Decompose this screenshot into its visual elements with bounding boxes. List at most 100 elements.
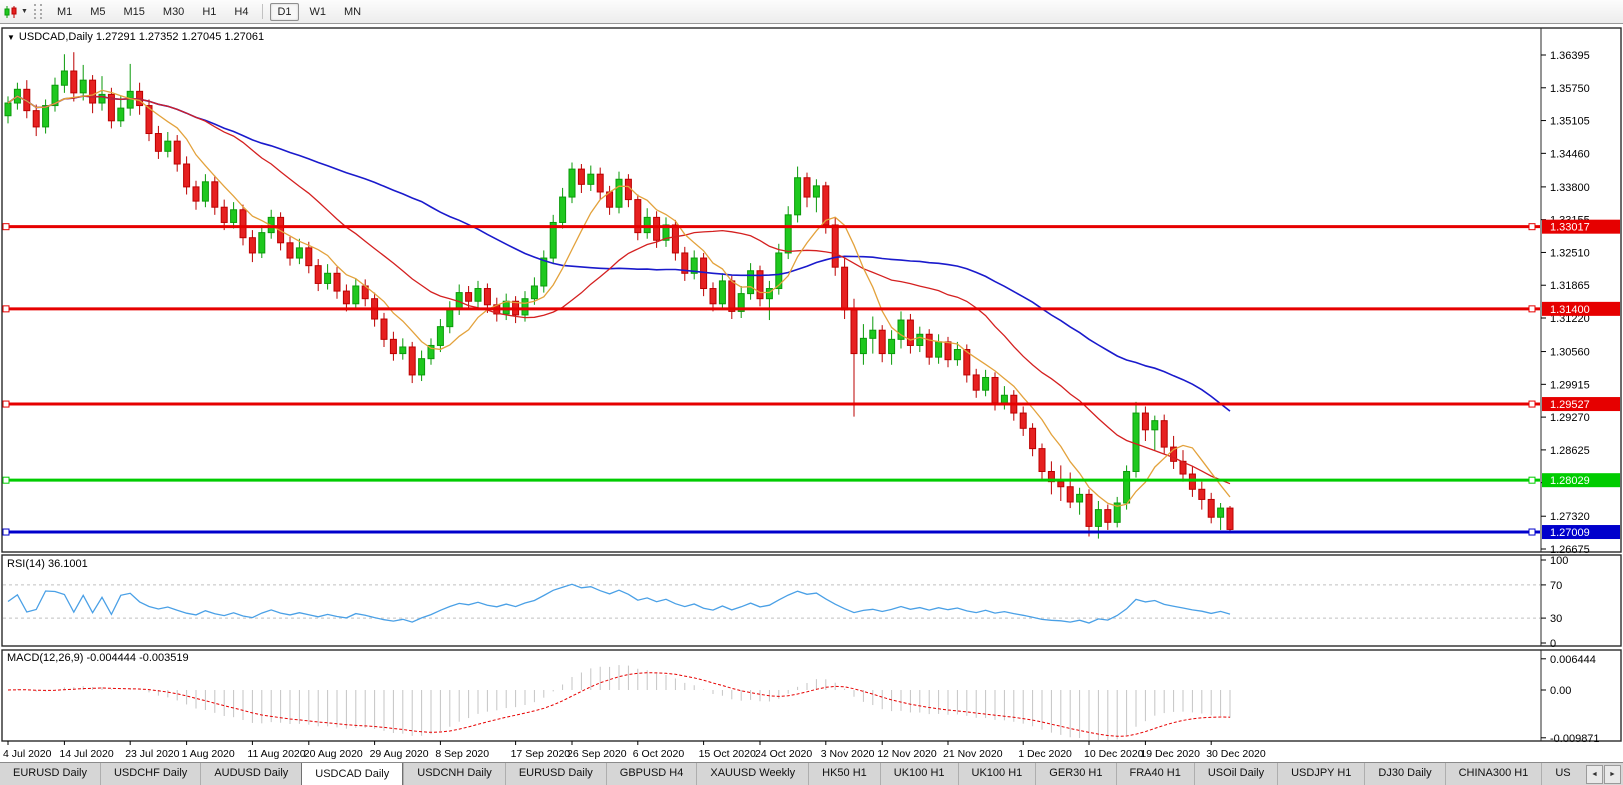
timeframe-button-h1[interactable]: H1: [195, 3, 223, 21]
candle-body: [578, 169, 584, 184]
hline-handle-right[interactable]: [1529, 401, 1535, 407]
hline-handle-right[interactable]: [1529, 529, 1535, 535]
timeframe-buttons: M1M5 M15M30H1H4 D1 W1MN: [48, 3, 370, 21]
hline-handle-left[interactable]: [3, 401, 9, 407]
time-tick-label: 3 Nov 2020: [821, 748, 875, 760]
timeframe-button-m1[interactable]: M1: [50, 3, 79, 21]
macd-tick-label: -0.009871: [1550, 733, 1600, 745]
chart-type-icon[interactable]: [2, 4, 20, 19]
time-tick-label: 17 Sep 2020: [511, 748, 571, 760]
hline-handle-right[interactable]: [1529, 224, 1535, 230]
candle-body: [99, 94, 105, 103]
timeframe-button-d1[interactable]: D1: [270, 3, 298, 21]
candle-body: [992, 377, 998, 402]
hline-handle-left[interactable]: [3, 477, 9, 483]
chart-tab-audusd-daily[interactable]: AUDUSD Daily: [200, 763, 301, 785]
chart-tabbar: EURUSD DailyUSDCHF DailyAUDUSD DailyUSDC…: [0, 762, 1623, 785]
chart-canvas[interactable]: 1.363951.357501.351051.344601.338001.331…: [0, 24, 1623, 763]
candle-body: [983, 377, 989, 390]
chart-tab-uk100-h1[interactable]: UK100 H1: [880, 763, 958, 785]
candle-body: [1161, 421, 1167, 447]
chart-tab-eurusd-daily[interactable]: EURUSD Daily: [505, 763, 606, 785]
candle-body: [531, 286, 537, 299]
timeframe-button-h4[interactable]: H4: [227, 3, 255, 21]
candle-body: [1020, 413, 1026, 428]
candle-body: [419, 359, 425, 375]
chart-tab-xauusd-weekly[interactable]: XAUUSD Weekly: [696, 763, 808, 785]
rsi-tick-label: 100: [1550, 555, 1568, 567]
chart-tab-usdcad-daily[interactable]: USDCAD Daily: [301, 763, 403, 785]
candle-body: [240, 210, 246, 238]
chart-tab-usdjpy-h1[interactable]: USDJPY H1: [1277, 763, 1364, 785]
chart-tab-usdchf-daily[interactable]: USDCHF Daily: [100, 763, 200, 785]
hline-handle-left[interactable]: [3, 224, 9, 230]
chart-tab-uk100-h1[interactable]: UK100 H1: [958, 763, 1036, 785]
time-tick-label: 10 Dec 2020: [1084, 748, 1144, 760]
chart-tab-hk50-h1[interactable]: HK50 H1: [808, 763, 880, 785]
chart-tab-fra40-h1[interactable]: FRA40 H1: [1116, 763, 1194, 785]
candle-body: [174, 141, 180, 164]
symbol-dropdown-icon[interactable]: ▼: [7, 33, 15, 42]
timeframe-button-mn[interactable]: MN: [337, 3, 368, 21]
hline-handle-right[interactable]: [1529, 306, 1535, 312]
candle-body: [1218, 508, 1224, 517]
candle-body: [832, 225, 838, 267]
candle-body: [710, 289, 716, 304]
time-tick-label: 1 Aug 2020: [182, 748, 235, 760]
candle-body: [1095, 510, 1101, 527]
candle-body: [184, 164, 190, 187]
candle-body: [560, 197, 566, 222]
price-tick-label: 1.31865: [1550, 280, 1590, 292]
candle-body: [231, 210, 237, 223]
timeframe-button-w1[interactable]: W1: [303, 3, 334, 21]
candle-body: [588, 174, 594, 184]
macd-label: MACD(12,26,9) -0.004444 -0.003519: [7, 652, 189, 664]
chart-tab-eurusd-daily[interactable]: EURUSD Daily: [0, 763, 100, 785]
price-tick-label: 1.35105: [1550, 116, 1590, 128]
hline-handle-right[interactable]: [1529, 477, 1535, 483]
price-tick-label: 1.36395: [1550, 50, 1590, 62]
candle-body: [381, 319, 387, 339]
timeframe-button-m15[interactable]: M15: [117, 3, 152, 21]
candle-body: [842, 267, 848, 310]
chart-tab-china300-h1[interactable]: CHINA300 H1: [1445, 763, 1542, 785]
candlestick-glyph: [3, 5, 19, 19]
candle-body: [936, 342, 942, 357]
time-axis[interactable]: 4 Jul 202014 Jul 202023 Jul 20201 Aug 20…: [3, 741, 1266, 760]
candle-body: [860, 338, 866, 353]
hline-handle-left[interactable]: [3, 306, 9, 312]
candle-body: [165, 141, 171, 151]
candle-body: [353, 286, 359, 304]
candle-body: [212, 182, 218, 207]
tabs-scroll-right-button[interactable]: ►: [1604, 765, 1621, 784]
candle-body: [1124, 471, 1130, 503]
time-tick-label: 24 Oct 2020: [755, 748, 812, 760]
time-tick-label: 15 Oct 2020: [699, 748, 756, 760]
candle-body: [522, 299, 528, 315]
hline-handle-left[interactable]: [3, 529, 9, 535]
chart-tab-usoil-daily[interactable]: USOil Daily: [1194, 763, 1277, 785]
toolbar: ▼ M1M5 M15M30H1H4 D1 W1MN: [0, 0, 1623, 24]
price-tick-label: 1.34460: [1550, 148, 1590, 160]
candle-body: [654, 217, 660, 240]
time-tick-label: 20 Aug 2020: [304, 748, 363, 760]
chart-tab-usdcnh-daily[interactable]: USDCNH Daily: [403, 763, 505, 785]
chart-tab-us[interactable]: US: [1541, 763, 1583, 785]
timeframe-button-m5[interactable]: M5: [83, 3, 112, 21]
candle-body: [249, 238, 255, 253]
tabs-scroll-left-button[interactable]: ◄: [1586, 765, 1603, 784]
timeframe-button-m30[interactable]: M30: [156, 3, 191, 21]
candle-body: [447, 309, 453, 327]
candle-body: [306, 248, 312, 266]
chart-tab-gbpusd-h4[interactable]: GBPUSD H4: [606, 763, 697, 785]
dropdown-caret-icon[interactable]: ▼: [21, 8, 28, 15]
chart-tab-ger30-h1[interactable]: GER30 H1: [1035, 763, 1115, 785]
candle-body: [5, 103, 11, 116]
toolbar-grip[interactable]: [34, 4, 42, 19]
candle-body: [870, 330, 876, 338]
chart-tab-dj30-daily[interactable]: DJ30 Daily: [1364, 763, 1444, 785]
price-tick-label: 1.30560: [1550, 347, 1590, 359]
rsi-label: RSI(14) 36.1001: [7, 558, 88, 570]
candle-body: [1067, 487, 1073, 502]
candle-body: [1199, 489, 1205, 499]
